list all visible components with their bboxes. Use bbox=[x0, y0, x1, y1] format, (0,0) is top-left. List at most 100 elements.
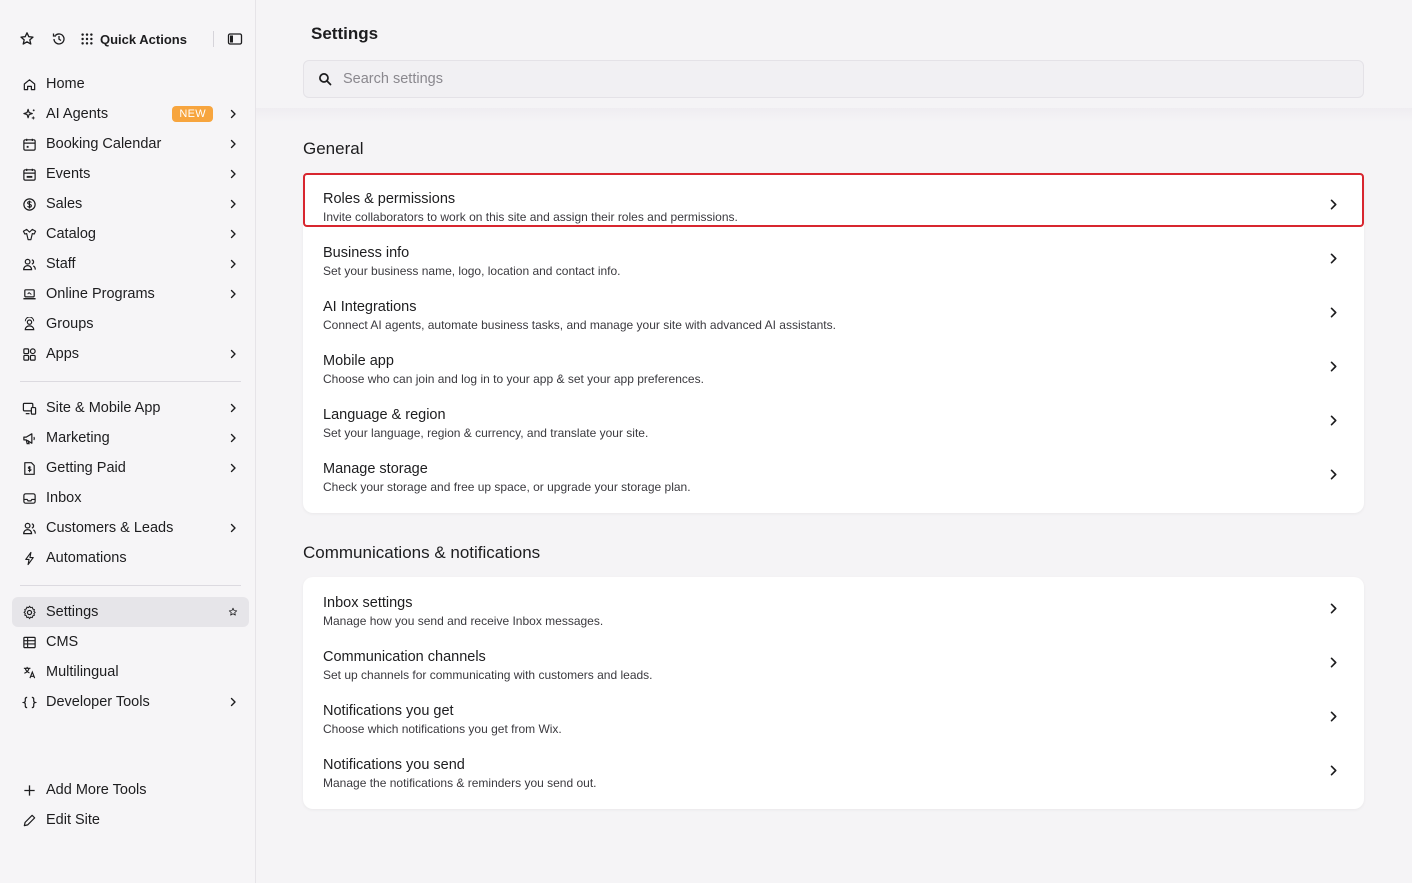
row-description: Manage the notifications & reminders you… bbox=[323, 776, 597, 790]
chevron-right-icon bbox=[1330, 252, 1337, 264]
row-title: Notifications you get bbox=[323, 703, 454, 719]
history-icon[interactable] bbox=[48, 28, 70, 50]
sidebar-item-label: Groups bbox=[46, 316, 94, 332]
row-title: AI Integrations bbox=[323, 299, 417, 315]
sidebar-item-sales[interactable]: Sales bbox=[12, 189, 249, 219]
sidebar-item-cms[interactable]: CMS bbox=[12, 627, 249, 657]
page-title: Settings bbox=[311, 24, 379, 43]
row-description: Set your language, region & currency, an… bbox=[323, 426, 649, 440]
groups-icon bbox=[21, 316, 37, 332]
dollar-icon bbox=[21, 196, 37, 212]
collapse-sidebar-icon[interactable] bbox=[224, 28, 246, 50]
settings-row-notifications-you-get[interactable]: Notifications you get Choose which notifi… bbox=[303, 685, 1364, 739]
sidebar-item-booking-calendar[interactable]: Booking Calendar bbox=[12, 129, 249, 159]
chevron-right-icon bbox=[230, 697, 236, 707]
chevron-right-icon bbox=[1330, 656, 1337, 668]
settings-row-language-and-region[interactable]: Language & region Set your language, regi… bbox=[303, 389, 1364, 443]
chevron-right-icon bbox=[1330, 198, 1337, 210]
braces-icon bbox=[21, 694, 37, 710]
chevron-right-icon bbox=[230, 259, 236, 269]
translate-icon bbox=[21, 664, 37, 680]
sidebar-item-groups[interactable]: Groups bbox=[12, 309, 249, 339]
sidebar-item-customers-and-leads[interactable]: Customers & Leads bbox=[12, 513, 249, 543]
sidebar-item-site-and-mobile-app[interactable]: Site & Mobile App bbox=[12, 393, 249, 423]
row-description: Choose who can join and log in to your a… bbox=[323, 372, 704, 386]
favorites-star-icon[interactable] bbox=[16, 28, 38, 50]
chevron-right-icon bbox=[230, 199, 236, 209]
sidebar-item-label: Sales bbox=[46, 196, 83, 212]
pencil-icon bbox=[21, 812, 37, 828]
nav-divider bbox=[20, 381, 241, 382]
settings-row-mobile-app[interactable]: Mobile app Choose who can join and log in… bbox=[303, 335, 1364, 389]
row-title: Manage storage bbox=[323, 461, 428, 477]
section-title-communications: Communications & notifications bbox=[303, 543, 541, 562]
chevron-right-icon bbox=[1330, 764, 1337, 776]
row-title: Business info bbox=[323, 245, 410, 261]
sidebar-item-add-more-tools[interactable]: Add More Tools bbox=[12, 775, 249, 805]
settings-row-roles-and-permissions[interactable]: Roles & permissions Invite collaborators … bbox=[303, 173, 1364, 227]
star-outline-icon[interactable] bbox=[228, 607, 238, 617]
settings-row-manage-storage[interactable]: Manage storage Check your storage and fre… bbox=[303, 443, 1364, 497]
sidebar-item-developer-tools[interactable]: Developer Tools bbox=[12, 687, 249, 717]
sidebar-item-label: Getting Paid bbox=[46, 460, 126, 476]
customers-icon bbox=[21, 520, 37, 536]
sparkle-icon bbox=[21, 106, 37, 122]
chevron-right-icon bbox=[1330, 468, 1337, 480]
sidebar-item-label: Customers & Leads bbox=[46, 520, 174, 536]
chevron-right-icon bbox=[1330, 414, 1337, 426]
chevron-right-icon bbox=[1330, 710, 1337, 722]
sidebar-item-home[interactable]: Home bbox=[12, 69, 249, 99]
sidebar-item-staff[interactable]: Staff bbox=[12, 249, 249, 279]
chevron-right-icon bbox=[230, 523, 236, 533]
main-content: Settings General Roles & permissions Invi… bbox=[256, 0, 1412, 883]
sidebar-item-label: Inbox bbox=[46, 490, 82, 506]
devices-icon bbox=[21, 400, 37, 416]
sidebar-item-events[interactable]: Events bbox=[12, 159, 249, 189]
row-title: Communication channels bbox=[323, 649, 486, 665]
settings-card-general: Roles & permissions Invite collaborators … bbox=[303, 173, 1364, 513]
sidebar-item-multilingual[interactable]: Multilingual bbox=[12, 657, 249, 687]
chevron-right-icon bbox=[230, 229, 236, 239]
search-icon bbox=[319, 73, 332, 86]
sidebar-item-settings[interactable]: Settings bbox=[12, 597, 249, 627]
sidebar-item-label: Staff bbox=[46, 256, 76, 272]
sidebar-topbar: Quick Actions bbox=[16, 26, 246, 52]
settings-row-ai-integrations[interactable]: AI Integrations Connect AI agents, automa… bbox=[303, 281, 1364, 335]
search-bar[interactable] bbox=[303, 60, 1364, 98]
sidebar-item-inbox[interactable]: Inbox bbox=[12, 483, 249, 513]
new-badge: NEW bbox=[172, 106, 213, 122]
settings-row-communication-channels[interactable]: Communication channels Set up channels fo… bbox=[303, 631, 1364, 685]
settings-row-business-info[interactable]: Business info Set your business name, log… bbox=[303, 227, 1364, 281]
favorite-toggle[interactable] bbox=[225, 604, 241, 620]
sidebar-item-apps[interactable]: Apps bbox=[12, 339, 249, 369]
invoice-icon bbox=[21, 460, 37, 476]
sidebar-item-label: Home bbox=[46, 76, 85, 92]
chevron-right-icon bbox=[230, 403, 236, 413]
sidebar-item-label: Settings bbox=[46, 604, 99, 620]
sidebar-item-label: Online Programs bbox=[46, 286, 155, 302]
sidebar-item-getting-paid[interactable]: Getting Paid bbox=[12, 453, 249, 483]
grid-dots-icon bbox=[81, 33, 93, 45]
sidebar-item-ai-agents[interactable]: AI Agents NEW bbox=[12, 99, 249, 129]
sidebar-item-automations[interactable]: Automations bbox=[12, 543, 249, 573]
staff-icon bbox=[21, 256, 37, 272]
chevron-right-icon bbox=[230, 349, 236, 359]
quick-actions-button[interactable]: Quick Actions bbox=[80, 32, 187, 47]
sidebar-item-label: Edit Site bbox=[46, 812, 100, 828]
sidebar-item-edit-site[interactable]: Edit Site bbox=[12, 805, 249, 835]
sidebar-item-online-programs[interactable]: Online Programs bbox=[12, 279, 249, 309]
table-icon bbox=[21, 634, 37, 650]
row-description: Set up channels for communicating with c… bbox=[323, 668, 653, 682]
row-title: Mobile app bbox=[323, 353, 394, 369]
sidebar-item-label: Automations bbox=[46, 550, 127, 566]
sidebar-item-label: Multilingual bbox=[46, 664, 119, 680]
home-icon bbox=[21, 76, 37, 92]
sidebar-item-marketing[interactable]: Marketing bbox=[12, 423, 249, 453]
tertiary-nav: Settings CMS Multilingual Developer Tools bbox=[12, 597, 249, 717]
search-input[interactable] bbox=[343, 71, 1243, 87]
plus-icon bbox=[21, 782, 37, 798]
settings-row-inbox-settings[interactable]: Inbox settings Manage how you send and re… bbox=[303, 577, 1364, 631]
gear-icon bbox=[21, 604, 37, 620]
settings-row-notifications-you-send[interactable]: Notifications you send Manage the notific… bbox=[303, 739, 1364, 793]
sidebar-item-catalog[interactable]: Catalog bbox=[12, 219, 249, 249]
